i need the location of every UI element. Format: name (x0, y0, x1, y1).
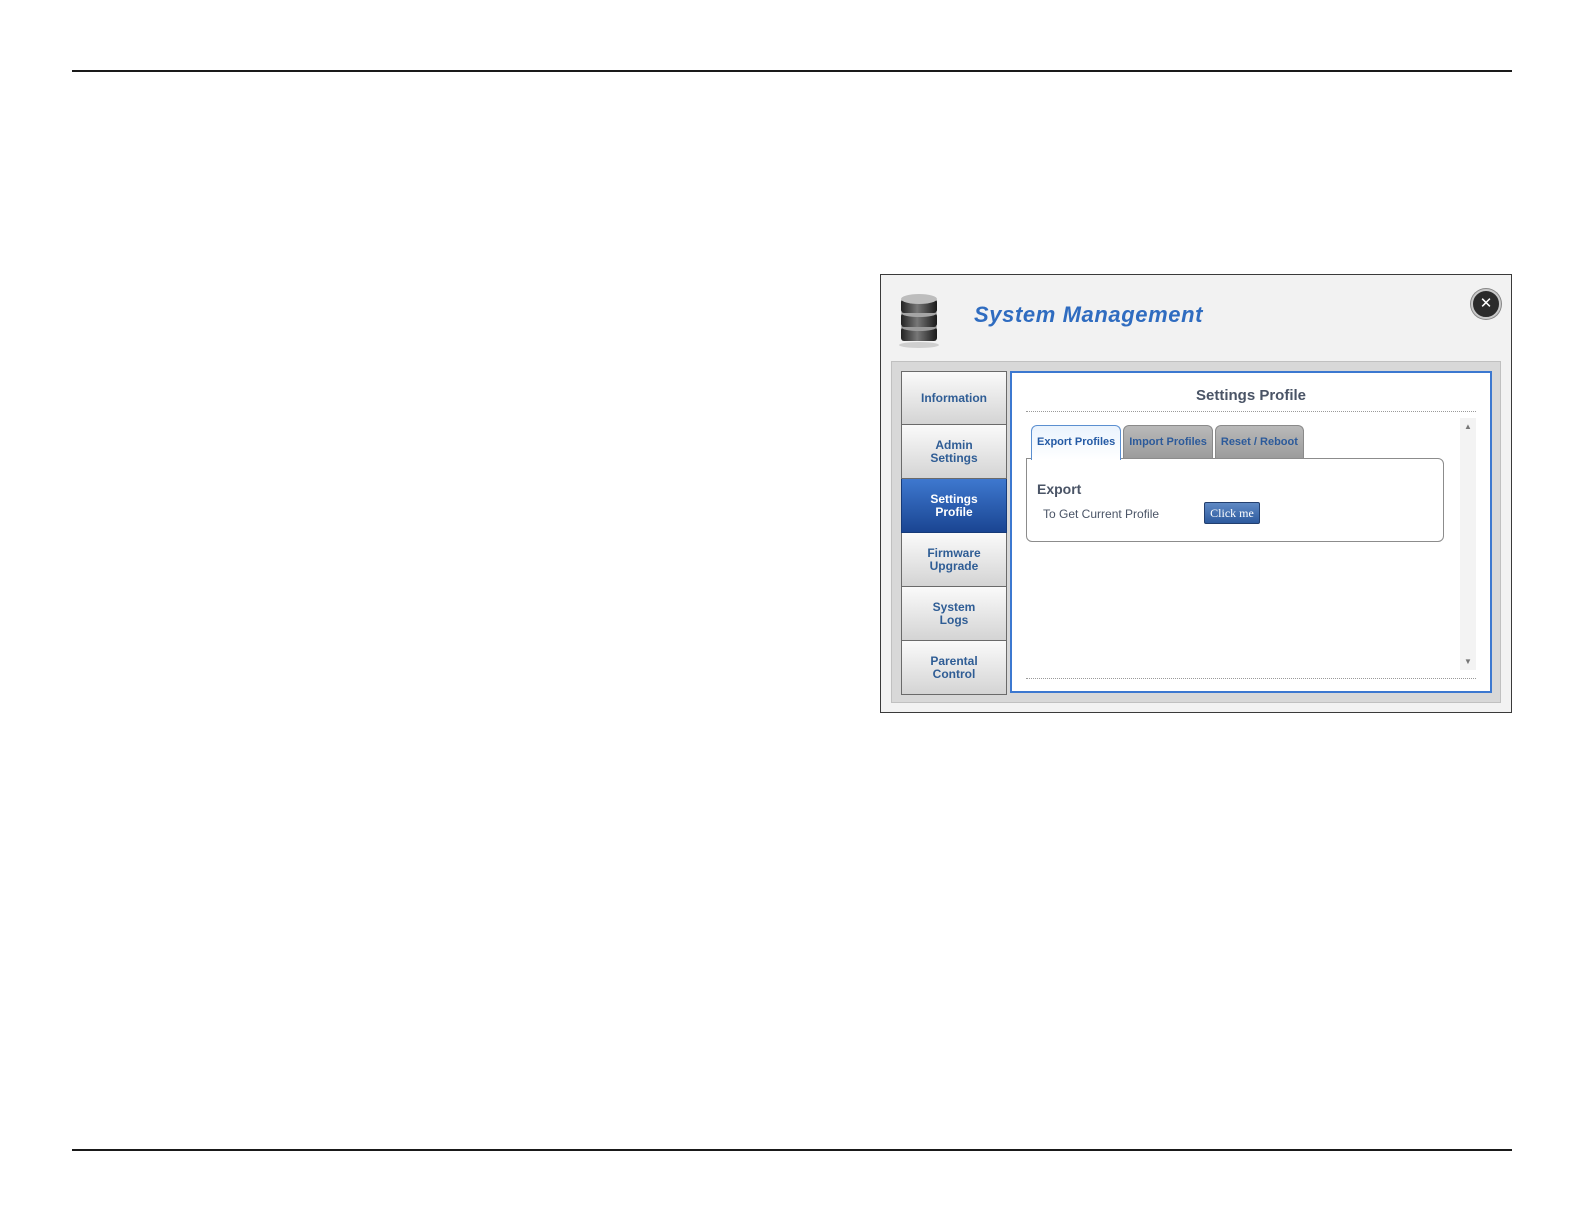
system-management-window: System Management ✕ Information Admin Se… (880, 274, 1512, 713)
nav-item-label: Settings Profile (930, 491, 978, 519)
panel-title: Settings Profile (1195, 387, 1307, 404)
bottom-rule (72, 1149, 1512, 1151)
nav-item-label: Admin Settings (930, 437, 978, 465)
window-header: System Management ✕ (881, 275, 1511, 361)
nav-item-firmware-upgrade[interactable]: Firmware Upgrade (901, 533, 1007, 587)
nav-item-parental-control[interactable]: Parental Control (901, 641, 1007, 695)
nav-item-system-logs[interactable]: System Logs (901, 587, 1007, 641)
divider (1026, 411, 1476, 412)
export-section-title: Export (1037, 481, 1082, 497)
window-body: Information Admin Settings Settings Prof… (891, 361, 1501, 703)
nav-item-label: Parental Control (930, 653, 978, 681)
get-profile-label: To Get Current Profile (1043, 507, 1160, 521)
profile-tabs: Export Profiles Import Profiles Reset / … (1031, 425, 1306, 460)
vertical-scrollbar[interactable]: ▲ ▼ (1460, 418, 1476, 670)
top-rule (72, 70, 1512, 72)
divider (1026, 678, 1476, 679)
database-icon (899, 294, 939, 348)
export-profile-button[interactable]: Click me (1204, 502, 1260, 524)
nav-item-label: Information (921, 390, 987, 405)
nav-item-admin-settings[interactable]: Admin Settings (901, 425, 1007, 479)
side-nav: Information Admin Settings Settings Prof… (901, 371, 1007, 695)
tab-export-profiles[interactable]: Export Profiles (1031, 425, 1122, 460)
tab-reset-reboot[interactable]: Reset / Reboot (1214, 425, 1304, 458)
scroll-area: Export Profiles Import Profiles Reset / … (1026, 418, 1476, 670)
tab-import-profiles[interactable]: Import Profiles (1123, 425, 1213, 458)
nav-item-label: System Logs (932, 599, 976, 627)
nav-item-information[interactable]: Information (901, 371, 1007, 425)
export-tab-content: Export To Get Current Profile Click me (1026, 458, 1444, 542)
window-title: System Management (974, 302, 1204, 327)
scroll-down-icon[interactable]: ▼ (1460, 657, 1476, 666)
close-icon: ✕ (1479, 295, 1493, 312)
close-button[interactable]: ✕ (1471, 289, 1501, 319)
scroll-up-icon[interactable]: ▲ (1460, 422, 1476, 431)
settings-profile-panel: Settings Profile Export Profiles Import … (1010, 371, 1492, 693)
nav-item-label: Firmware Upgrade (927, 545, 981, 573)
nav-item-settings-profile[interactable]: Settings Profile (901, 479, 1007, 533)
